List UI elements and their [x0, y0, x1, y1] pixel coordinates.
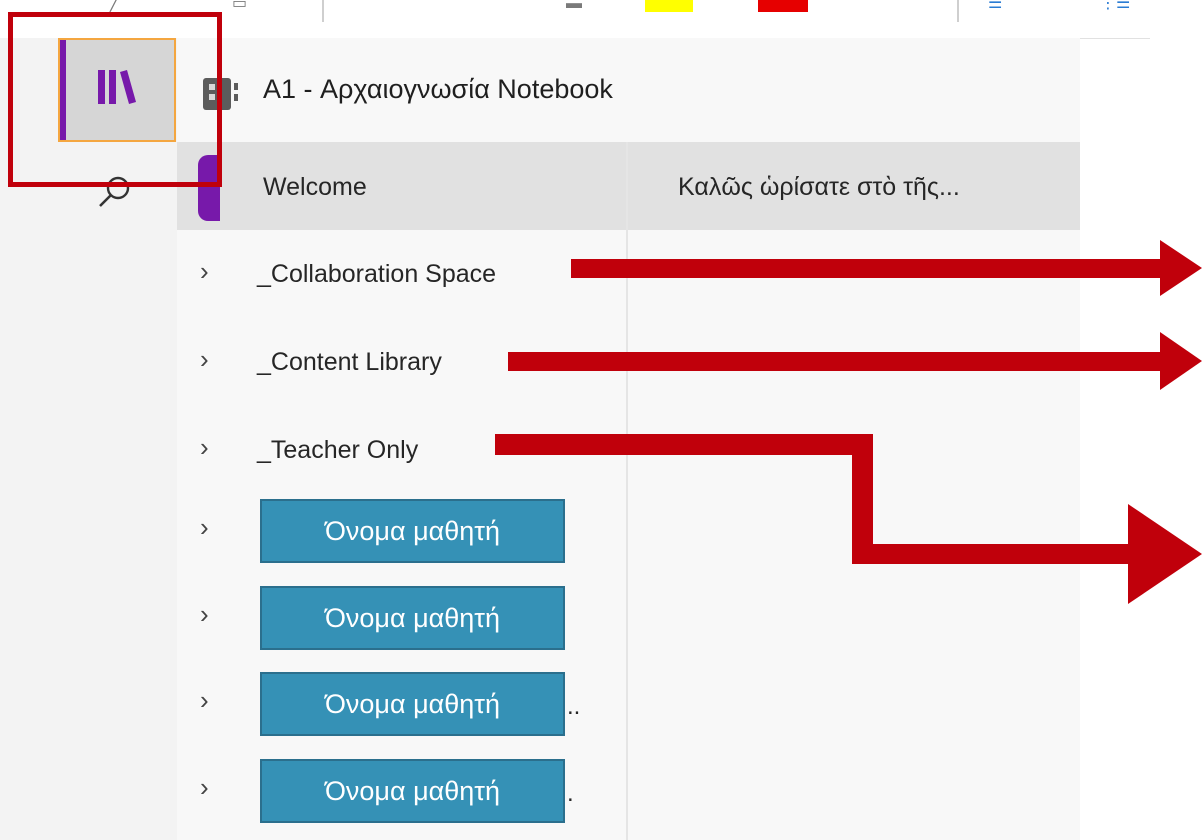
annotation-arrow — [571, 240, 1202, 296]
annotation-arrow — [508, 332, 1202, 390]
annotation-arrows — [495, 240, 1202, 604]
annotation-arrow — [495, 434, 1202, 604]
